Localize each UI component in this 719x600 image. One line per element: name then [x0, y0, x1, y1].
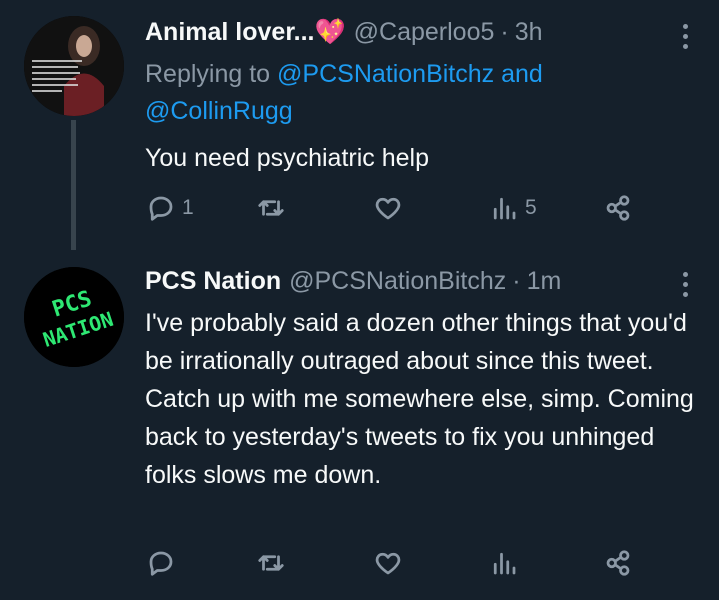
mention-link[interactable]: @PCSNationBitchz: [277, 60, 494, 88]
reply-count: 1: [182, 196, 194, 219]
tweet-text: You need psychiatric help: [145, 144, 429, 172]
separator: ·: [500, 18, 509, 46]
views-count: 5: [525, 196, 537, 219]
like-button[interactable]: [373, 548, 409, 578]
tweet-text: I've probably said a dozen other things …: [145, 309, 694, 489]
views-button[interactable]: 5: [489, 193, 537, 223]
share-icon: [606, 195, 630, 221]
share-button[interactable]: [603, 548, 633, 578]
views-icon: [493, 197, 516, 220]
more-icon[interactable]: [683, 272, 689, 297]
like-icon: [375, 197, 401, 220]
retweet-icon: [258, 200, 284, 216]
views-icon: [493, 552, 516, 575]
thread-line: [71, 120, 76, 250]
pcs-nation-logo: PCS NATION: [24, 267, 124, 367]
tweet-1[interactable]: Animal lover...💖 @Caperloo5 · 3h Replyin…: [0, 0, 719, 250]
avatar[interactable]: PCS NATION: [24, 267, 124, 367]
mention-link[interactable]: @CollinRugg: [145, 97, 293, 125]
reply-button[interactable]: 1: [146, 193, 194, 223]
separator: ·: [512, 267, 521, 295]
like-button[interactable]: [373, 193, 409, 223]
reply-button[interactable]: [146, 548, 182, 578]
reply-icon: [149, 551, 173, 576]
replying-to-label: Replying to: [145, 60, 271, 88]
retweet-button[interactable]: [256, 193, 292, 223]
avatar-image: [24, 16, 124, 116]
display-name[interactable]: Animal lover...💖: [145, 18, 346, 47]
user-handle[interactable]: @Caperloo5: [354, 18, 495, 47]
tweet-header: PCS Nation @PCSNationBitchz · 1m: [145, 267, 561, 296]
views-button[interactable]: [489, 548, 525, 578]
share-button[interactable]: [603, 193, 633, 223]
share-icon: [606, 550, 630, 576]
avatar[interactable]: [24, 16, 124, 116]
like-icon: [375, 552, 401, 575]
replying-to: Replying to @PCSNationBitchz and @Collin…: [145, 56, 685, 130]
retweet-button[interactable]: [256, 548, 292, 578]
action-bar: 1 5: [0, 193, 719, 229]
display-name[interactable]: PCS Nation: [145, 267, 281, 296]
more-icon[interactable]: [683, 24, 689, 49]
mention-and: and: [501, 60, 543, 88]
tweet-header: Animal lover...💖 @Caperloo5 · 3h: [145, 18, 543, 47]
retweet-icon: [258, 555, 284, 571]
reply-icon: [149, 196, 173, 221]
timestamp[interactable]: 3h: [515, 18, 543, 47]
timestamp[interactable]: 1m: [527, 267, 562, 296]
user-handle[interactable]: @PCSNationBitchz: [289, 267, 506, 296]
tweet-2[interactable]: PCS NATION PCS Nation @PCSNationBitchz ·…: [0, 250, 719, 600]
action-bar: [0, 548, 719, 584]
